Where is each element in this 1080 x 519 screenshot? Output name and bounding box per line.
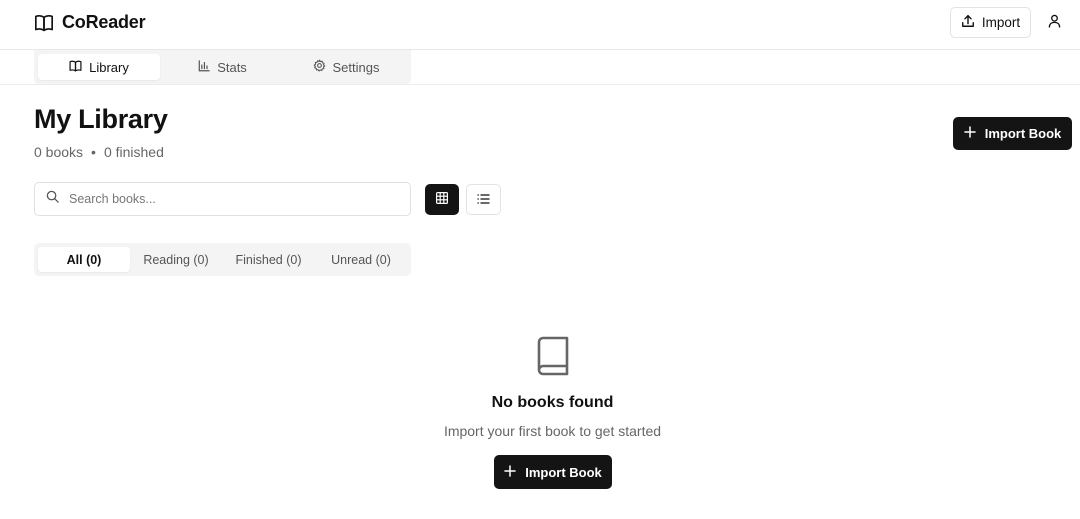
- app-header: CoReader Import: [0, 0, 1080, 50]
- user-icon: [1048, 14, 1061, 33]
- user-profile-button[interactable]: [1044, 13, 1064, 33]
- plus-icon: [504, 464, 516, 480]
- main-nav: Library Stats Settings: [0, 50, 1080, 85]
- books-count: 0 books: [34, 144, 84, 160]
- page-title: My Library: [34, 104, 168, 134]
- filter-reading[interactable]: Reading (0): [130, 247, 222, 272]
- app-name: CoReader: [62, 12, 146, 32]
- header-import-label: Import: [981, 15, 1021, 30]
- library-stats: 0 books • 0 finished: [34, 144, 164, 160]
- filter-unread[interactable]: Unread (0): [315, 247, 407, 272]
- import-book-button[interactable]: Import Book: [953, 117, 1072, 150]
- grid-view-button[interactable]: [425, 184, 459, 215]
- upload-icon: [961, 14, 975, 31]
- search-box: [34, 182, 411, 216]
- list-view-button[interactable]: [466, 184, 501, 215]
- app-logo[interactable]: CoReader: [34, 12, 146, 33]
- empty-state-import-label: Import Book: [525, 464, 602, 480]
- tab-library[interactable]: Library: [38, 54, 160, 80]
- book-open-icon: [34, 14, 54, 32]
- tab-library-label: Library: [89, 59, 129, 75]
- stats-separator: •: [91, 144, 96, 160]
- list-icon: [477, 191, 490, 209]
- search-icon: [46, 190, 59, 208]
- empty-state-subtitle: Import your first book to get started: [443, 423, 662, 439]
- header-import-button[interactable]: Import: [950, 7, 1031, 38]
- grid-icon: [436, 191, 449, 209]
- finished-count: 0 finished: [103, 144, 164, 160]
- plus-icon: [963, 126, 976, 141]
- bar-chart-icon: [198, 59, 210, 75]
- filter-all[interactable]: All (0): [38, 247, 130, 272]
- empty-state-title: No books found: [491, 394, 614, 411]
- gear-icon: [313, 59, 326, 75]
- nav-tab-list: Library Stats Settings: [34, 50, 411, 84]
- tab-stats[interactable]: Stats: [164, 54, 281, 80]
- filter-tabs: All (0) Reading (0) Finished (0) Unread …: [34, 243, 411, 276]
- filter-finished[interactable]: Finished (0): [222, 247, 315, 272]
- empty-state-import-button[interactable]: Import Book: [494, 455, 612, 489]
- book-icon: [536, 336, 570, 381]
- search-input[interactable]: [69, 192, 389, 206]
- tab-stats-label: Stats: [217, 59, 247, 75]
- tab-settings-label: Settings: [332, 59, 380, 75]
- import-book-label: Import Book: [984, 126, 1062, 141]
- tab-settings[interactable]: Settings: [285, 54, 407, 80]
- book-open-icon: [69, 60, 82, 75]
